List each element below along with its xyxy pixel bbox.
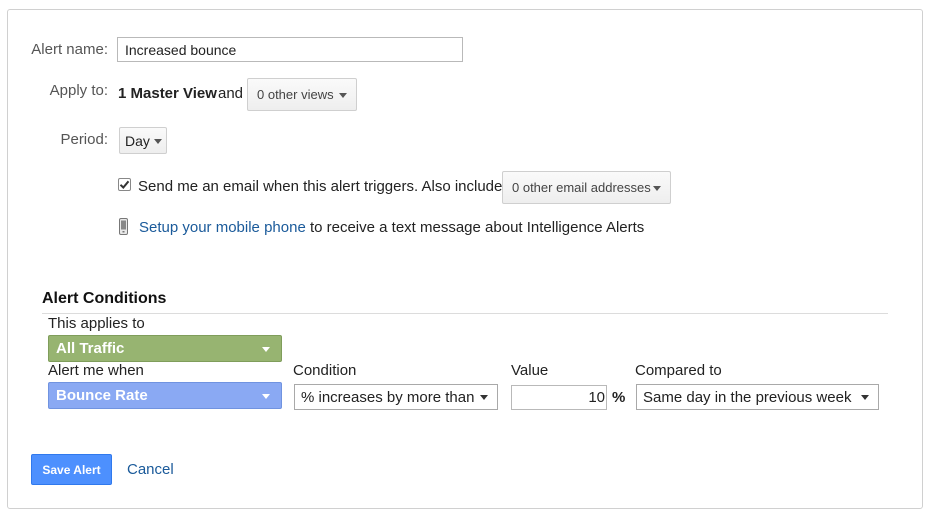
all-traffic-value: All Traffic [56,340,125,357]
setup-mobile-link[interactable]: Setup your mobile phone [139,219,306,236]
caret-down-icon [653,185,661,191]
all-traffic-dropdown[interactable]: All Traffic [48,335,282,362]
period-value: Day [125,132,150,149]
other-views-value: 0 other views [257,87,334,102]
alert-conditions-heading: Alert Conditions [42,290,167,307]
condition-value: % increases by more than [301,388,475,406]
period-dropdown[interactable]: Day [119,127,167,154]
mobile-text: to receive a text message about Intellig… [309,219,645,236]
email-text: Send me an email when this alert trigger… [138,178,503,195]
email-checkbox[interactable] [118,178,131,191]
apply-to-view: 1 Master View [118,85,217,102]
condition-dropdown[interactable]: % increases by more than [294,384,498,410]
alert-form-panel [7,9,923,509]
bounce-rate-value: Bounce Rate [56,387,148,404]
compared-to-value: Same day in the previous week [643,388,852,406]
alert-name-label: Alert name: [31,41,108,58]
caret-down-icon [861,395,869,400]
period-label: Period: [60,131,108,148]
caret-down-icon [262,393,270,399]
other-emails-value: 0 other email addresses [512,180,651,195]
percent-unit: % [612,389,626,406]
save-alert-button[interactable]: Save Alert [31,454,112,485]
applies-to-label: This applies to [48,315,145,332]
caret-down-icon [262,346,270,352]
mobile-row: Setup your mobile phone to receive a tex… [139,219,644,236]
bounce-rate-dropdown[interactable]: Bounce Rate [48,382,282,409]
conditions-divider [42,313,888,314]
alert-name-input[interactable] [117,37,463,62]
apply-to-and: and [218,85,244,102]
other-views-dropdown[interactable]: 0 other views [247,78,357,111]
alert-when-label: Alert me when [48,362,144,379]
compared-to-label: Compared to [635,362,722,379]
mobile-phone-icon [119,218,128,235]
caret-down-icon [154,138,162,144]
cancel-link[interactable]: Cancel [127,461,174,478]
other-emails-dropdown[interactable]: 0 other email addresses [502,171,671,204]
caret-down-icon [339,92,347,98]
value-label: Value [511,362,549,379]
compared-to-dropdown[interactable]: Same day in the previous week [636,384,879,410]
caret-down-icon [480,395,488,400]
value-input[interactable] [511,385,607,410]
apply-to-label: Apply to: [49,82,108,99]
condition-label: Condition [293,362,357,379]
check-icon [119,180,130,189]
